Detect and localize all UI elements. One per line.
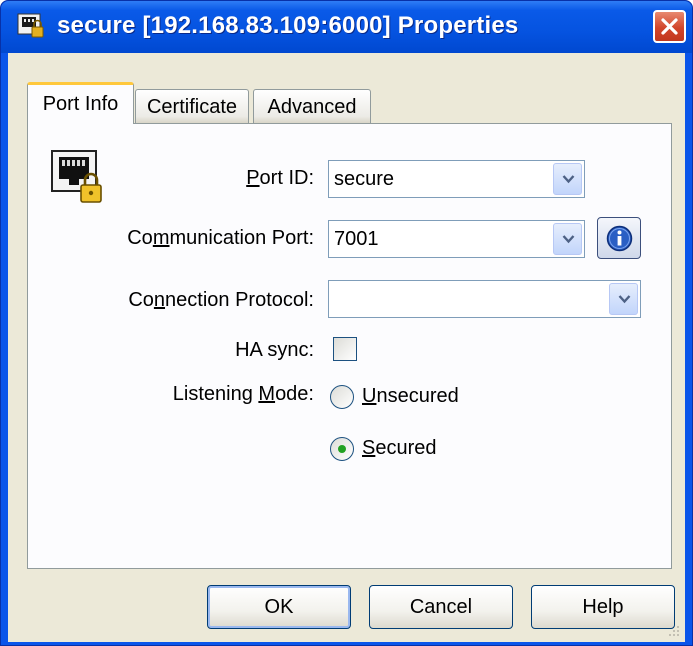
port-info-button[interactable] <box>597 217 641 259</box>
tab-label: Advanced <box>267 96 357 118</box>
port-id-combobox[interactable]: secure <box>328 160 585 198</box>
cancel-button[interactable]: Cancel <box>369 585 513 629</box>
tab-label: Certificate <box>146 96 238 118</box>
chevron-down-icon <box>562 175 575 184</box>
tab-port-info[interactable]: Port Info <box>27 82 134 124</box>
info-icon <box>606 225 633 252</box>
secured-radio[interactable] <box>330 437 354 461</box>
port-id-value: secure <box>334 168 395 190</box>
title-bar[interactable]: secure [192.168.83.109:6000] Properties <box>1 1 692 53</box>
unsecured-radio[interactable] <box>330 385 354 409</box>
chevron-down-icon <box>562 235 575 244</box>
communication-port-value: 7001 <box>334 228 379 250</box>
unsecured-radio-label[interactable]: Unsecured <box>362 385 459 408</box>
communication-port-label: Communication Port: <box>127 227 314 249</box>
connection-protocol-label: Connection Protocol: <box>128 289 314 311</box>
network-port-lock-icon <box>17 13 45 39</box>
ha-sync-label: HA sync: <box>235 339 314 361</box>
dropdown-button[interactable] <box>553 163 582 195</box>
tab-advanced[interactable]: Advanced <box>253 89 371 123</box>
connection-protocol-combobox[interactable] <box>328 280 641 318</box>
port-id-label: Port ID: <box>246 167 314 189</box>
ok-button[interactable]: OK <box>207 585 351 629</box>
tab-label: Port Info <box>42 93 119 115</box>
dropdown-button[interactable] <box>553 223 582 255</box>
help-button[interactable]: Help <box>531 585 675 629</box>
resize-grip-icon[interactable] <box>667 624 681 638</box>
close-button[interactable] <box>653 10 686 43</box>
ha-sync-checkbox[interactable] <box>333 337 357 361</box>
tab-strip: Port Info Certificate Advanced <box>8 53 685 124</box>
dropdown-button[interactable] <box>609 283 638 315</box>
close-icon <box>661 18 678 35</box>
chevron-down-icon <box>618 295 631 304</box>
secured-radio-label[interactable]: Secured <box>362 437 437 460</box>
dialog-client-area: Port Info Certificate Advanced Port ID: … <box>8 53 685 642</box>
radio-selected-dot <box>338 445 346 453</box>
tab-certificate[interactable]: Certificate <box>135 89 249 123</box>
window-title: secure [192.168.83.109:6000] Properties <box>57 12 519 39</box>
communication-port-combobox[interactable]: 7001 <box>328 220 585 258</box>
network-port-lock-icon <box>50 149 106 205</box>
listening-mode-label: Listening Mode: <box>172 383 314 405</box>
properties-dialog: secure [192.168.83.109:6000] Properties … <box>0 0 693 646</box>
